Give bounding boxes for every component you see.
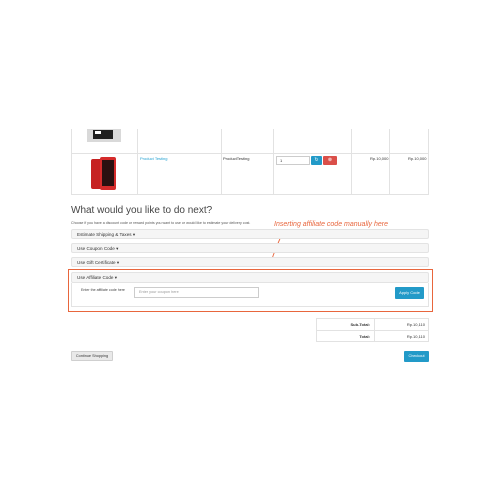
totals-table: Sub-Total: Rp.10,110 Total: Rp.10,110 — [316, 318, 429, 342]
panel-title: Estimate Shipping & Taxes ▾ — [77, 232, 136, 237]
checkout-button[interactable]: Checkout — [404, 351, 429, 362]
affiliate-highlight-box — [68, 269, 433, 312]
panel-title: Use Gift Certificate ▾ — [77, 260, 120, 265]
panel-title: Use Coupon Code ▾ — [77, 246, 119, 251]
subtotal-label: Sub-Total: — [350, 322, 370, 327]
panel-coupon-code[interactable]: Use Coupon Code ▾ — [71, 243, 429, 253]
total-label: Total: — [359, 334, 370, 339]
panel-estimate-shipping[interactable]: Estimate Shipping & Taxes ▾ — [71, 229, 429, 239]
continue-shopping-button[interactable]: Continue Shopping — [71, 351, 113, 361]
subtotal-value: Rp.10,110 — [406, 322, 425, 327]
total-value: Rp.10,110 — [406, 334, 425, 339]
panel-gift-certificate[interactable]: Use Gift Certificate ▾ — [71, 257, 429, 267]
